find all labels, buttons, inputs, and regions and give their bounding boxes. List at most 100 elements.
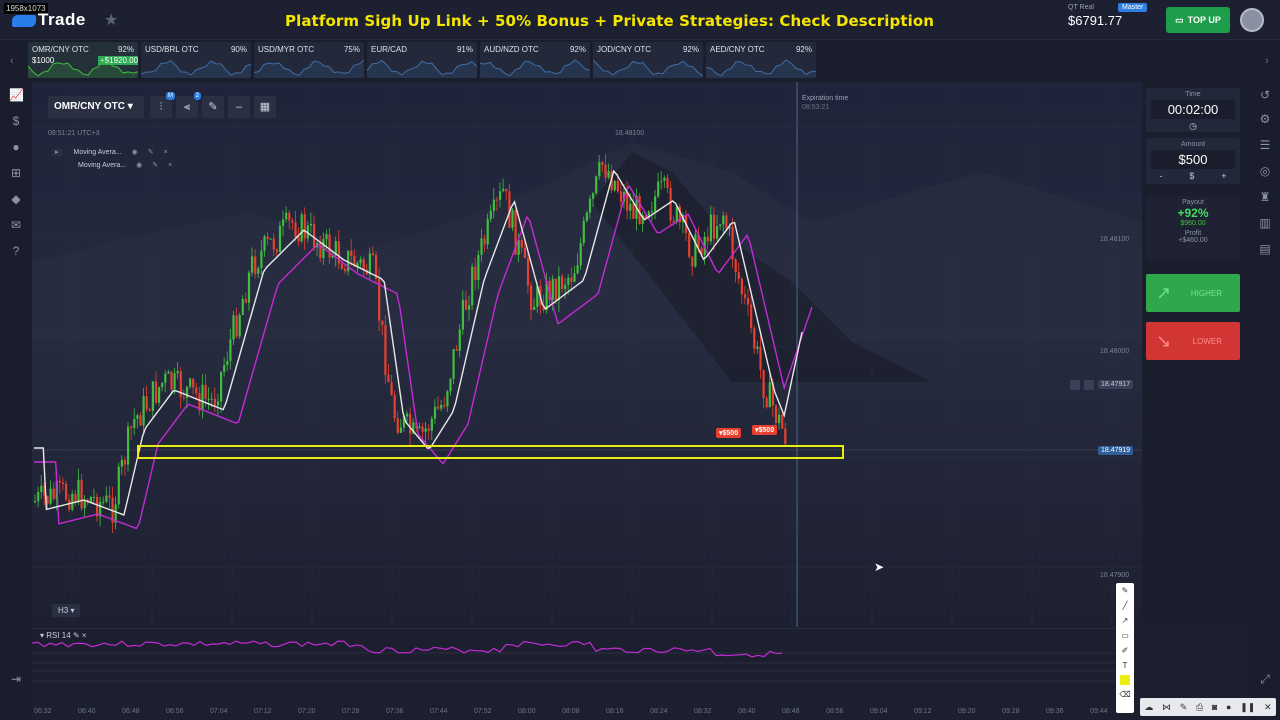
visibility-icon[interactable]: ◉ (136, 162, 142, 169)
tabs-left-arrow-icon[interactable]: ‹ (10, 55, 14, 67)
visibility-icon[interactable]: ◉ (132, 149, 138, 156)
cloud-icon[interactable]: ☁ (1144, 698, 1153, 716)
trade-marker[interactable]: ▾$500 (716, 428, 742, 438)
pause-icon[interactable]: ❚❚ (1240, 698, 1255, 716)
candle (619, 191, 623, 202)
avatar[interactable] (1240, 8, 1264, 32)
chart-canvas[interactable] (32, 82, 1142, 627)
candle (762, 369, 765, 398)
trade-amount: $500 (722, 430, 739, 437)
chart-icon[interactable]: 📈 (9, 88, 24, 102)
edit-icon[interactable]: ✎ (73, 631, 80, 640)
bottom-toolbar[interactable]: ☁ ⋈ ✎ ⎙ ◙ ● ❚❚ ✕ (1140, 698, 1276, 716)
candle (632, 203, 635, 219)
rsi-label[interactable]: ▾ RSI 14 ✎ × (40, 631, 87, 640)
amount-minus-button[interactable]: - (1159, 171, 1162, 181)
settings-icon[interactable]: ⚙ (1258, 112, 1272, 126)
collapse-icon[interactable]: ▸ (52, 149, 62, 156)
history-icon[interactable]: ↺ (1258, 88, 1272, 102)
amount-plus-button[interactable]: + (1221, 171, 1226, 181)
indicator-row-1[interactable]: ▸ Moving Avera... ◉ ✎ × (52, 148, 168, 156)
indicator-row-2[interactable]: Moving Avera... ◉ ✎ × (78, 161, 172, 169)
color-swatch[interactable] (1120, 675, 1130, 685)
diamond-icon[interactable]: ◆ (9, 192, 23, 206)
pair-selector[interactable]: OMR/CNY OTC ▾ (48, 96, 144, 118)
edit-icon[interactable]: ✎ (152, 162, 158, 169)
eraser-icon[interactable]: ⌫ (1116, 687, 1134, 702)
rsi-panel[interactable] (31, 628, 1118, 708)
favorite-star-icon[interactable]: ★ (104, 10, 118, 30)
pen-icon[interactable]: ✎ (1180, 698, 1188, 716)
help-icon[interactable]: ? (9, 244, 23, 258)
asset-tab-name: AED/CNY OTC (710, 45, 765, 54)
close-icon[interactable]: ✕ (1264, 698, 1272, 716)
camera-icon[interactable]: ◙ (1212, 698, 1217, 716)
higher-button[interactable]: ↗ HIGHER (1146, 274, 1240, 312)
amount-box[interactable]: Amount $500 - $ + (1146, 138, 1240, 184)
record-icon[interactable]: ● (1226, 698, 1231, 716)
candle (220, 371, 223, 402)
candles-type-button[interactable]: ⫶ M (150, 92, 175, 118)
amount-value[interactable]: $500 (1151, 150, 1235, 169)
candle (458, 329, 461, 351)
pen-icon[interactable]: ✎ (1116, 583, 1134, 598)
asset-tab[interactable]: USD/BRL OTC 90% (141, 42, 251, 78)
print-icon[interactable]: ⎙ (1196, 698, 1203, 716)
lower-button[interactable]: ↘ LOWER (1146, 322, 1240, 360)
asset-tab-name: USD/MYR OTC (258, 45, 314, 54)
stats-icon[interactable]: ▥ (1258, 216, 1272, 230)
remove-icon[interactable]: × (164, 149, 168, 156)
clock-icon[interactable]: ◷ (1146, 121, 1240, 132)
asset-tab[interactable]: JOD/CNY OTC 92% (593, 42, 703, 78)
arrow-icon[interactable]: ↗ (1116, 613, 1134, 628)
logout-icon[interactable]: ⇥ (9, 672, 23, 686)
indicators-button[interactable]: ⫷ 2 (176, 92, 201, 118)
timeframe-selector[interactable]: H3 ▾ (52, 604, 81, 617)
edit-icon[interactable]: ✎ (148, 149, 154, 156)
time-box[interactable]: Time 00:02:00 ◷ (1146, 88, 1240, 132)
chart-top-price: 18.48100 (615, 130, 645, 137)
trade-marker[interactable]: ▾$500 (752, 425, 778, 435)
tabs-right-arrow-icon[interactable]: › (1265, 55, 1269, 67)
drawing-toolbar[interactable]: ✎ ╱ ↗ ▭ ✐ T ⌫ (1116, 583, 1134, 713)
remove-icon[interactable]: × (82, 631, 87, 640)
chat-icon[interactable]: ✉ (9, 218, 23, 232)
top-up-button[interactable]: ▭ TOP UP (1166, 7, 1230, 33)
account-type[interactable]: QT Real (1068, 4, 1094, 11)
alert-icon[interactable] (1084, 380, 1094, 390)
line-icon[interactable]: ╱ (1116, 598, 1134, 613)
asset-tab[interactable]: AUD/NZD OTC 92% (480, 42, 590, 78)
time-tick: 08:24 (650, 708, 668, 715)
share-icon[interactable]: ⋈ (1162, 698, 1171, 716)
line-tool-button[interactable]: – (228, 96, 250, 118)
time-tick: 07:36 (386, 708, 404, 715)
marker-icon[interactable]: ✐ (1116, 643, 1134, 658)
time-value[interactable]: 00:02:00 (1151, 100, 1235, 119)
asset-tab[interactable]: AED/CNY OTC 92% (706, 42, 816, 78)
layout-grid-button[interactable]: ▦ (254, 96, 276, 118)
asset-tab[interactable]: EUR/CAD 91% (367, 42, 477, 78)
signal-icon[interactable]: ◎ (1258, 164, 1272, 178)
candle (740, 278, 743, 295)
asset-tab[interactable]: USD/MYR OTC 75% (254, 42, 364, 78)
group-icon[interactable]: ☰ (1258, 138, 1272, 152)
app-logo[interactable]: Trade (12, 10, 86, 30)
account-balance[interactable]: $6791.77 (1068, 13, 1122, 28)
price-chart[interactable] (32, 82, 1142, 627)
news-icon[interactable]: ▤ (1258, 242, 1272, 256)
asset-tab[interactable]: OMR/CNY OTC 92% $1000 +$1920.00 (28, 42, 138, 78)
rectangle-icon[interactable]: ▭ (1116, 628, 1134, 643)
fullscreen-icon[interactable]: ⤢ (1258, 672, 1272, 686)
dollar-icon[interactable]: $ (9, 114, 23, 128)
candle (381, 320, 384, 326)
rsi-name: RSI 14 (46, 631, 71, 640)
trophy-icon[interactable]: ♜ (1258, 190, 1272, 204)
candle (533, 306, 536, 310)
lock-icon[interactable] (1070, 380, 1080, 390)
remove-icon[interactable]: × (168, 162, 172, 169)
currency-button[interactable]: $ (1189, 171, 1194, 181)
user-icon[interactable]: ● (9, 140, 23, 154)
text-icon[interactable]: T (1116, 658, 1134, 673)
cart-icon[interactable]: ⊞ (9, 166, 23, 180)
draw-tool-button[interactable]: ✎ (202, 96, 224, 118)
